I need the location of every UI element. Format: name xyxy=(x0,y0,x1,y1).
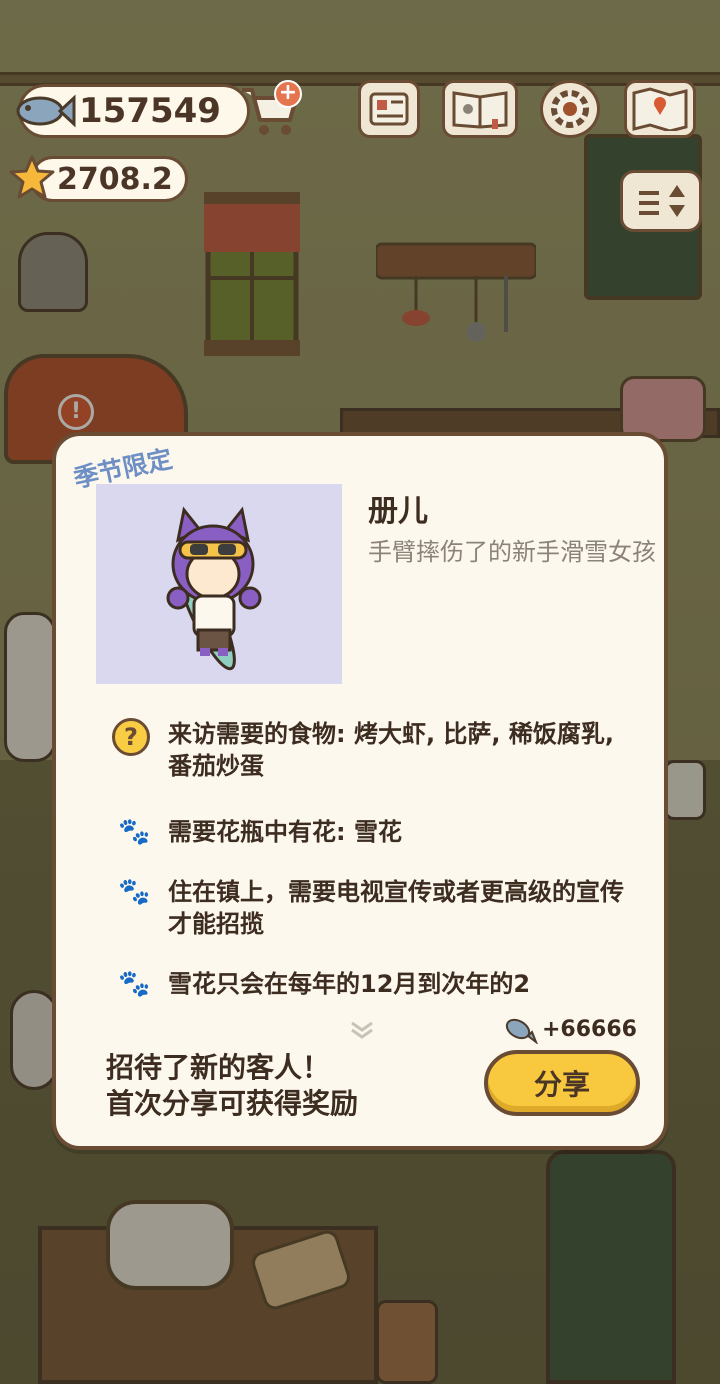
guest-description: 手臂摔伤了的新手滑雪女孩 xyxy=(368,538,656,566)
plus-icon[interactable]: + xyxy=(274,80,302,108)
fish-icon xyxy=(10,86,76,140)
requirement-season: 🐾 雪花只会在每年的12月到次年的2 xyxy=(112,968,632,1006)
book-icon[interactable] xyxy=(442,80,518,138)
toggle-icon[interactable] xyxy=(620,170,702,232)
reward-amount: +66666 xyxy=(542,1016,637,1042)
paw-icon: 🐾 xyxy=(118,877,151,907)
requirement-text: 需要花瓶中有花: 雪花 xyxy=(168,818,402,846)
guest-card-modal: 季节限定 册儿 手臂摔伤了的新手滑雪女孩 ? 来访需要的食物: 烤大虾, 比萨,… xyxy=(52,432,668,1150)
skier-girl-illustration xyxy=(166,506,262,671)
notice-line-1: 招待了新的客人！ xyxy=(106,1051,331,1084)
share-button[interactable]: 分享 xyxy=(484,1050,640,1116)
map-icon[interactable] xyxy=(624,80,696,138)
newspaper-icon[interactable] xyxy=(358,80,420,138)
paw-icon: 🐾 xyxy=(118,817,151,847)
question-icon[interactable]: ? xyxy=(112,718,150,756)
share-reward: +66666 xyxy=(502,1014,637,1044)
gear-icon[interactable] xyxy=(540,80,600,138)
guest-name: 册儿 xyxy=(368,494,428,529)
notice-line-2: 首次分享可获得奖励 xyxy=(106,1087,359,1120)
chevron-down-icon[interactable] xyxy=(348,1020,376,1045)
requirement-text: 雪花只会在每年的12月到次年的2 xyxy=(168,970,531,998)
requirement-text: 住在镇上，需要电视宣传或者更高级的宣传才能招揽 xyxy=(168,878,624,938)
requirement-food: ? 来访需要的食物: 烤大虾, 比萨, 稀饭腐乳, 番茄炒蛋 xyxy=(112,718,632,782)
star-icon xyxy=(8,154,56,206)
requirement-text: 来访需要的食物: 烤大虾, 比萨, 稀饭腐乳, 番茄炒蛋 xyxy=(168,720,615,780)
guest-portrait xyxy=(96,484,342,684)
requirement-vase: 🐾 需要花瓶中有花: 雪花 xyxy=(112,816,632,854)
paw-icon: 🐾 xyxy=(118,969,151,999)
fish-count: 157549 xyxy=(79,91,221,131)
requirement-advertising: 🐾 住在镇上，需要电视宣传或者更高级的宣传才能招揽 xyxy=(112,876,632,940)
star-count: 2708.2 xyxy=(57,161,173,197)
fish-icon xyxy=(505,1018,538,1044)
new-guest-notice: 招待了新的客人！ 首次分享可获得奖励 xyxy=(106,1050,358,1122)
